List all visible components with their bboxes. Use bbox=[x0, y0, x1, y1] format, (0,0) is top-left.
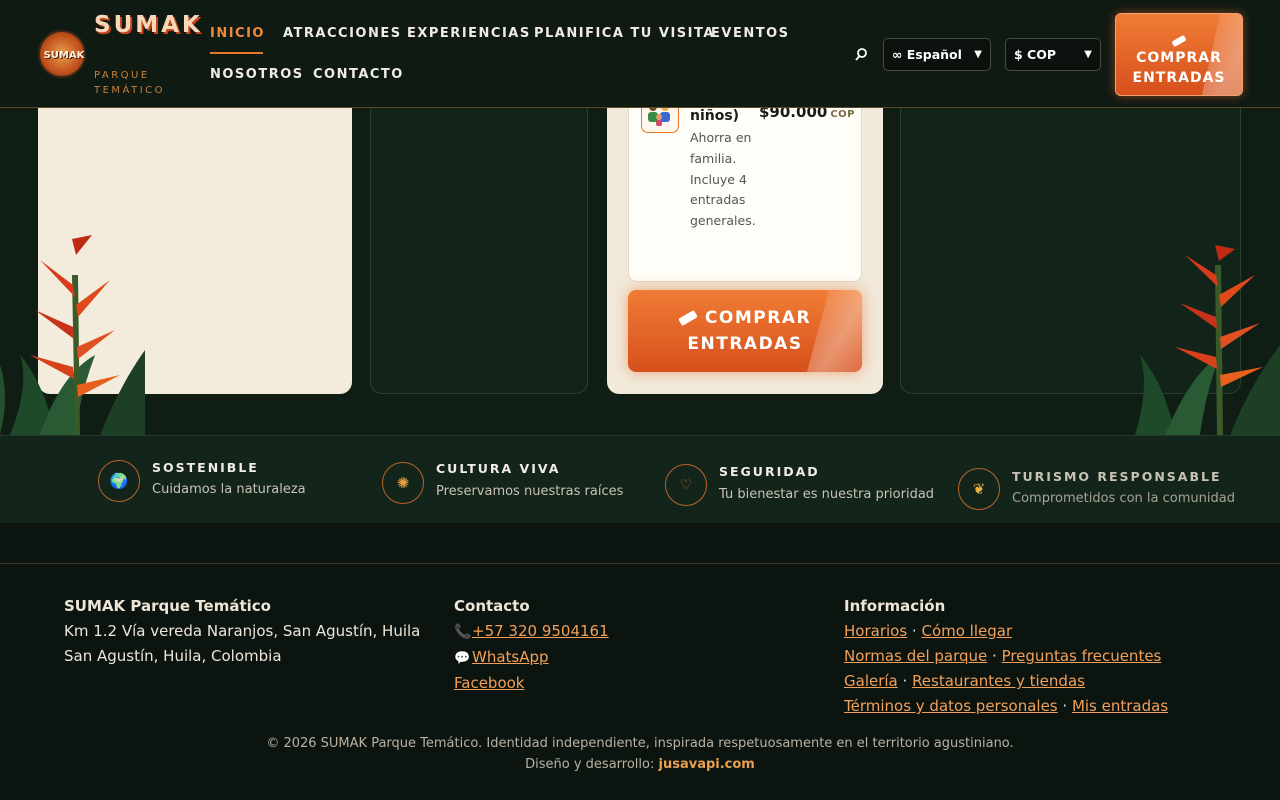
package-description: Ahorra en familia. Incluye 4 entradas ge… bbox=[690, 130, 756, 229]
site-footer: SUMAK Parque Temático Km 1.2 Vía vereda … bbox=[0, 563, 1280, 800]
chat-icon: 💬 bbox=[454, 651, 471, 666]
link-mis-entradas[interactable]: Mis entradas bbox=[1072, 697, 1168, 715]
link-horarios[interactable]: Horarios bbox=[844, 622, 907, 640]
values-strip: 🌍 SOSTENIBLE Cuidamos la naturaleza ✺ CU… bbox=[0, 435, 1280, 523]
value-item: ♡ SEGURIDAD Tu bienestar es nuestra prio… bbox=[665, 464, 945, 524]
buy-tickets-button[interactable]: COMPRAR ENTRADAS bbox=[628, 290, 862, 372]
currency-select[interactable]: $ COP ▼ bbox=[1005, 38, 1101, 71]
chevron-down-icon: ▼ bbox=[974, 49, 982, 60]
nav-atracciones[interactable]: ATRACCIONES bbox=[283, 26, 402, 41]
link-como-llegar[interactable]: Cómo llegar bbox=[921, 622, 1012, 640]
globe-icon: 🌍 bbox=[98, 460, 140, 502]
facebook-link[interactable]: Facebook bbox=[454, 674, 524, 692]
heliconia-plant-left bbox=[0, 235, 145, 435]
brand-title[interactable]: SUMAK bbox=[94, 12, 200, 38]
nav-eventos[interactable]: EVENTOS bbox=[711, 26, 789, 41]
brand-subtitle: PARQUE TEMÁTICO bbox=[94, 70, 166, 96]
language-select[interactable]: ∞ Español ▼ bbox=[883, 38, 991, 71]
ticket-icon bbox=[1171, 34, 1187, 47]
heliconia-plant-right bbox=[1135, 245, 1280, 435]
link-terminos[interactable]: Términos y datos personales bbox=[844, 697, 1058, 715]
nav-planifica[interactable]: PLANIFICA TU VISITA bbox=[534, 26, 715, 41]
value-item: ❦ TURISMO RESPONSABLE Comprometidos con … bbox=[958, 468, 1248, 528]
footer-info: Información Horarios · Cómo llegar Norma… bbox=[844, 597, 1169, 715]
link-galeria[interactable]: Galería bbox=[844, 672, 898, 690]
whatsapp-link[interactable]: WhatsApp bbox=[472, 648, 549, 666]
sun-icon: ✺ bbox=[382, 462, 424, 504]
ticket-icon bbox=[678, 310, 698, 326]
chevron-down-icon: ▼ bbox=[1084, 49, 1092, 60]
nav-contacto[interactable]: CONTACTO bbox=[313, 67, 404, 82]
phone-icon: 📞 bbox=[454, 624, 472, 640]
link-normas[interactable]: Normas del parque bbox=[844, 647, 987, 665]
link-restaurantes[interactable]: Restaurantes y tiendas bbox=[912, 672, 1085, 690]
nav-active-indicator bbox=[210, 52, 263, 54]
footer-contact: Contacto 📞+57 320 9504161 💬 WhatsApp Face… bbox=[454, 597, 609, 692]
nav-inicio[interactable]: INICIO bbox=[210, 26, 265, 41]
search-button[interactable] bbox=[853, 46, 873, 66]
heart-icon: ♡ bbox=[665, 464, 707, 506]
phone-link[interactable]: +57 320 9504161 bbox=[472, 622, 609, 640]
value-item: 🌍 SOSTENIBLE Cuidamos la naturaleza bbox=[98, 460, 338, 520]
pricing-card bbox=[370, 60, 588, 394]
nav-nosotros[interactable]: NOSOTROS bbox=[210, 67, 304, 82]
link-faq[interactable]: Preguntas frecuentes bbox=[1002, 647, 1162, 665]
search-icon bbox=[855, 47, 867, 61]
header-buy-tickets-button[interactable]: COMPRAR ENTRADAS bbox=[1115, 13, 1243, 96]
footer-about: SUMAK Parque Temático Km 1.2 Vía vereda … bbox=[64, 597, 421, 665]
logo[interactable]: SUMAK bbox=[38, 30, 86, 78]
copyright: © 2026 SUMAK Parque Temático. Identidad … bbox=[266, 736, 1014, 751]
site-header: SUMAK SUMAK PARQUE TEMÁTICO INICIO ATRAC… bbox=[0, 0, 1280, 108]
credit: Diseño y desarrollo: jusavapi.com bbox=[525, 757, 755, 772]
value-item: ✺ CULTURA VIVA Preservamos nuestras raíc… bbox=[382, 461, 642, 522]
handshake-icon: ❦ bbox=[958, 468, 1000, 510]
nav-experiencias[interactable]: EXPERIENCIAS bbox=[407, 26, 531, 41]
pricing-card-featured: adultos + 2 niños) $90.000COP Ahorra en … bbox=[607, 60, 883, 394]
credit-link[interactable]: jusavapi.com bbox=[659, 757, 755, 772]
